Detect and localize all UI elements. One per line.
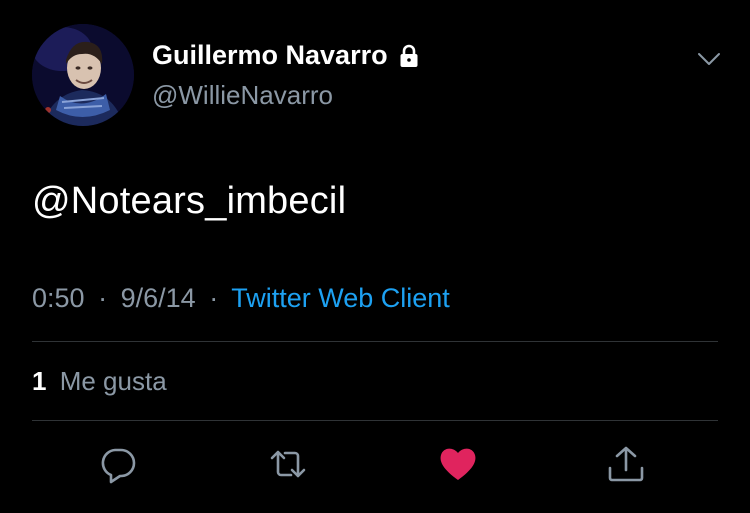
user-handle[interactable]: @WillieNavarro <box>152 80 333 111</box>
like-button[interactable] <box>438 444 478 484</box>
retweet-button[interactable] <box>268 444 308 484</box>
reply-button[interactable] <box>98 444 138 484</box>
retweet-icon <box>270 450 306 478</box>
tweet-time: 0:50 <box>32 283 85 313</box>
tweet-metadata: 0:50 · 9/6/14 · Twitter Web Client <box>32 283 450 314</box>
avatar[interactable] <box>32 24 134 126</box>
heart-icon <box>440 448 476 480</box>
tweet-text[interactable]: @Notears_imbecil <box>32 180 346 223</box>
chevron-down-icon[interactable] <box>696 46 722 72</box>
comment-icon <box>101 448 136 484</box>
tweet-date: 9/6/14 <box>120 283 196 313</box>
likes-count: 1 <box>32 366 47 396</box>
tweet-detail: Guillermo Navarro @WillieNavarro @Notear… <box>0 0 750 513</box>
likes-summary[interactable]: 1 Me gusta <box>32 366 167 397</box>
client-link[interactable]: Twitter Web Client <box>231 283 450 313</box>
separator: · <box>98 283 108 313</box>
lock-icon <box>396 43 422 69</box>
divider <box>32 420 718 421</box>
share-icon <box>608 446 644 482</box>
likes-label: Me gusta <box>59 366 167 396</box>
separator: · <box>209 283 219 313</box>
share-button[interactable] <box>606 444 646 484</box>
display-name-text: Guillermo Navarro <box>152 40 388 70</box>
display-name[interactable]: Guillermo Navarro <box>152 40 422 71</box>
divider <box>32 341 718 342</box>
